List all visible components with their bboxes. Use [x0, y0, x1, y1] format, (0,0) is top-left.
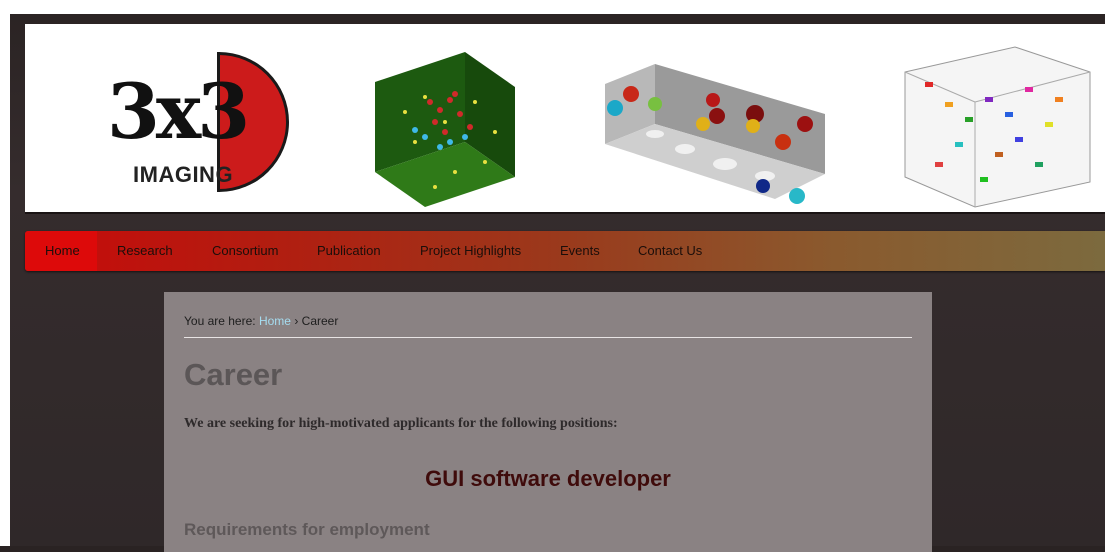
breadcrumb-separator: › — [294, 314, 299, 328]
page-title: Career — [184, 357, 283, 392]
breadcrumb: You are here: Home › Career — [184, 314, 338, 328]
breadcrumb-home-link[interactable]: Home — [259, 314, 291, 328]
scatter-volume-image — [904, 46, 1091, 208]
requirements-heading: Requirements for employment — [184, 520, 430, 539]
main-navigation: Home Research Consortium Publication Pro… — [25, 231, 1105, 271]
nav-item-consortium[interactable]: Consortium — [212, 243, 278, 258]
spheres-volume-image — [605, 64, 825, 204]
header-banner: 3x3 IMAGING — [25, 24, 1105, 212]
nav-item-research[interactable]: Research — [117, 243, 173, 258]
top-border — [0, 0, 1105, 14]
left-border — [0, 0, 10, 546]
main-content: You are here: Home › Career Career We ar… — [164, 292, 932, 552]
nav-item-home[interactable]: Home — [45, 243, 80, 258]
breadcrumb-current: Career — [301, 314, 339, 328]
breadcrumb-divider — [184, 337, 912, 338]
nav-item-publication[interactable]: Publication — [317, 243, 381, 258]
neuron-volume-image — [375, 52, 515, 207]
nav-item-events[interactable]: Events — [560, 243, 600, 258]
nav-item-contact-us[interactable]: Contact Us — [638, 243, 702, 258]
logo-main-text: 3x3 — [107, 67, 250, 156]
logo-sub-text: IMAGING — [133, 162, 234, 187]
intro-text: We are seeking for high-motivated applic… — [184, 416, 618, 431]
site-logo[interactable]: 3x3 IMAGING — [77, 52, 297, 192]
nav-item-project-highlights[interactable]: Project Highlights — [420, 243, 521, 258]
job-title: GUI software developer — [425, 466, 671, 491]
breadcrumb-prefix: You are here: — [184, 314, 256, 328]
header-shadow — [25, 212, 1105, 214]
